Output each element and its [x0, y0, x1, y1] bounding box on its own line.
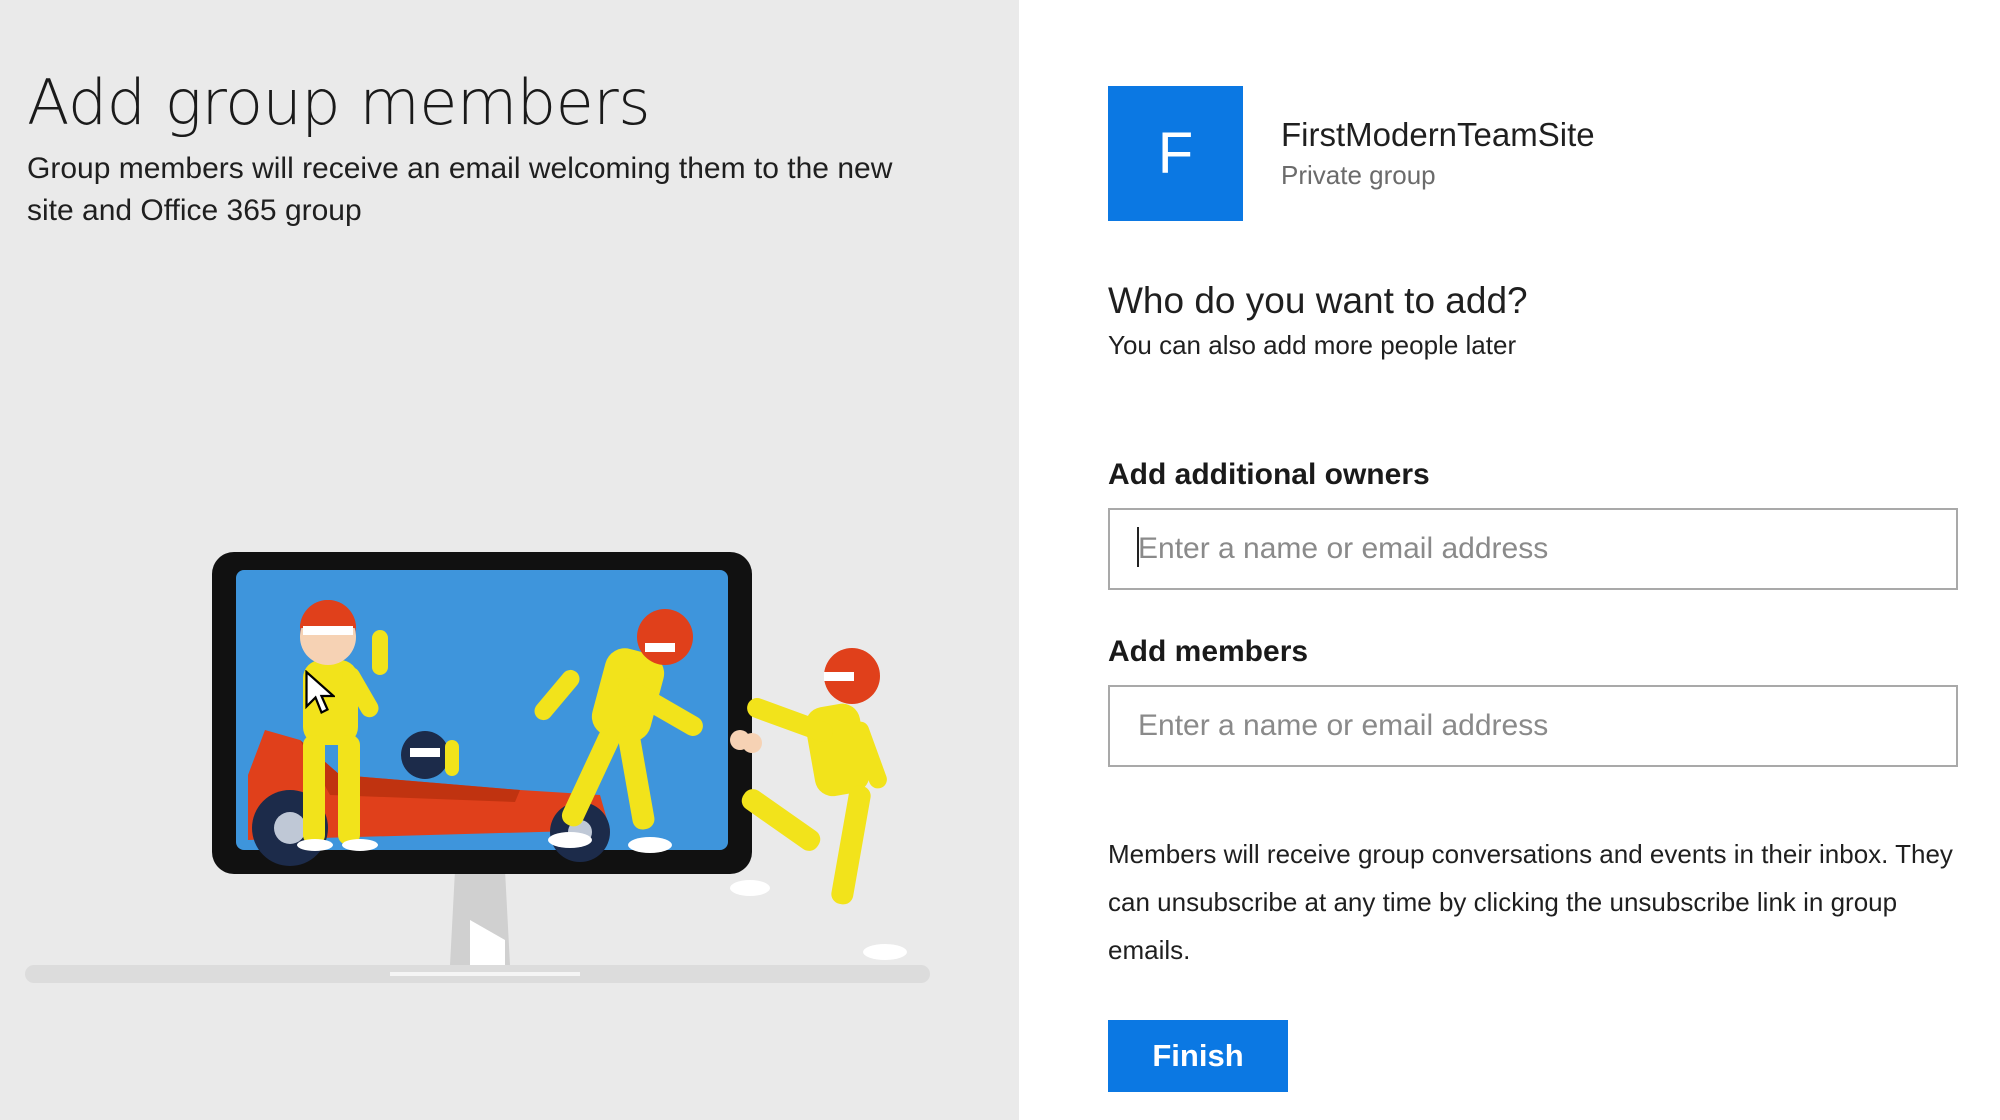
- mouse-pointer-icon: [305, 670, 335, 715]
- form-hint: You can also add more people later: [1108, 330, 1517, 360]
- team-racing-illustration: [25, 552, 930, 983]
- text-caret: [1137, 527, 1139, 567]
- site-name: FirstModernTeamSite: [1281, 116, 1595, 153]
- site-privacy-type: Private group: [1281, 160, 1436, 190]
- page-title: Add group members: [27, 66, 651, 139]
- members-input[interactable]: [1108, 685, 1958, 767]
- finish-button[interactable]: Finish: [1108, 1020, 1288, 1092]
- site-logo-tile: F: [1108, 86, 1243, 221]
- page-subtitle: Group members will receive an email welc…: [27, 152, 893, 227]
- owners-label: Add additional owners: [1108, 458, 1430, 491]
- form-question: Who do you want to add?: [1108, 280, 1528, 321]
- right-panel: F FirstModernTeamSite Private group Who …: [1019, 0, 2000, 1120]
- left-panel: Add group members Group members will rec…: [0, 0, 1019, 1120]
- members-label: Add members: [1108, 635, 1309, 668]
- membership-note: Members will receive group conversations…: [1108, 839, 1953, 965]
- owners-input[interactable]: [1108, 508, 1958, 590]
